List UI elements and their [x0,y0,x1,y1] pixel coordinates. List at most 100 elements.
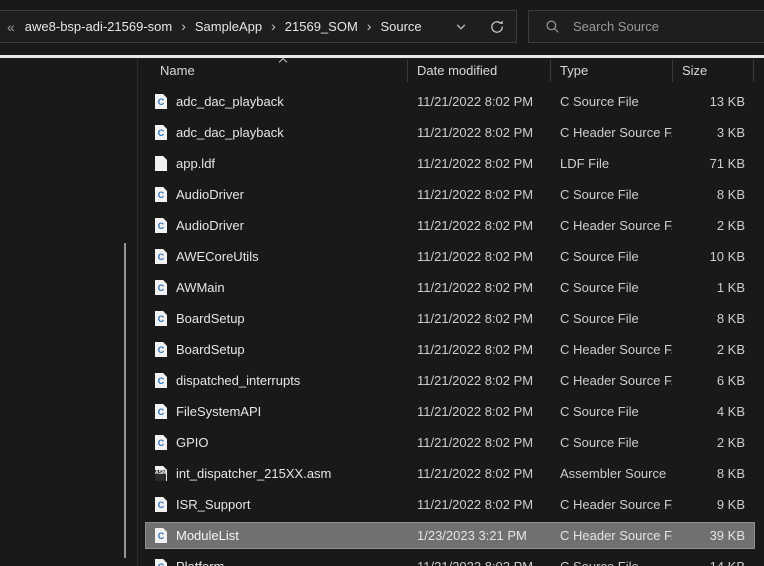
breadcrumb-item-sampleapp[interactable]: SampleApp [195,19,262,34]
refresh-icon [489,19,505,35]
c-file-icon: C [155,187,167,202]
file-type: C Header Source F... [550,497,672,512]
explorer-window: « awe8-bsp-adi-21569-som › SampleApp › 2… [0,0,764,566]
file-type: C Source File [550,249,672,264]
file-row-selected[interactable]: CModuleList 1/23/2023 3:21 PM C Header S… [138,520,764,551]
file-row[interactable]: CBoardSetup 11/21/2022 8:02 PM C Source … [138,303,764,334]
file-row[interactable]: app.ldf 11/21/2022 8:02 PM LDF File 71 K… [138,148,764,179]
file-size: 13 KB [672,94,753,109]
breadcrumb-item-root[interactable]: awe8-bsp-adi-21569-som [25,19,172,34]
file-size: 2 KB [672,342,753,357]
file-date: 11/21/2022 8:02 PM [407,373,550,388]
file-date: 11/21/2022 8:02 PM [407,435,550,450]
c-file-icon: C [155,497,167,512]
nav-pane-scrollbar[interactable] [124,243,126,558]
file-date: 11/21/2022 8:02 PM [407,156,550,171]
file-row[interactable]: Cdispatched_interrupts 11/21/2022 8:02 P… [138,365,764,396]
c-file-icon: C [155,94,167,109]
file-name: AWECoreUtils [176,249,259,264]
breadcrumb-item-21569som[interactable]: 21569_SOM [285,19,358,34]
file-name: BoardSetup [176,342,245,357]
file-name: adc_dac_playback [176,125,284,140]
file-size: 10 KB [672,249,753,264]
column-header-date-modified[interactable]: Date modified [417,63,497,78]
c-file-icon: C [155,528,167,543]
column-resize-handle[interactable] [753,60,754,82]
chevron-down-icon [454,20,468,34]
file-name: int_dispatcher_215XX.asm [176,466,331,481]
file-size: 6 KB [672,373,753,388]
document-file-icon [155,156,167,171]
file-list-body: Cadc_dac_playback 11/21/2022 8:02 PM C S… [138,86,764,566]
file-type: C Header Source F... [550,373,672,388]
file-type: C Source File [550,94,672,109]
file-type: C Header Source F... [550,125,672,140]
search-placeholder: Search Source [573,19,659,34]
file-size: 8 KB [672,187,753,202]
address-bar[interactable]: « awe8-bsp-adi-21569-som › SampleApp › 2… [0,10,517,43]
refresh-button[interactable] [488,18,506,36]
file-name: AudioDriver [176,218,244,233]
column-resize-handle[interactable] [672,60,673,82]
address-dropdown-button[interactable] [452,18,470,36]
file-row[interactable]: Cadc_dac_playback 11/21/2022 8:02 PM C H… [138,117,764,148]
file-name: ISR_Support [176,497,250,512]
file-name: adc_dac_playback [176,94,284,109]
breadcrumb-overflow-icon[interactable]: « [7,19,15,35]
c-file-icon: C [155,125,167,140]
file-name: AWMain [176,280,225,295]
file-size: 2 KB [672,218,753,233]
file-row[interactable]: CAudioDriver 11/21/2022 8:02 PM C Source… [138,179,764,210]
asm-file-icon: ASM [155,466,167,481]
column-header-size[interactable]: Size [682,63,707,78]
file-row[interactable]: C AudioDriver 11/21/2022 8:02 PM C Header… [138,210,764,241]
file-size: 8 KB [672,311,753,326]
file-row[interactable]: CPlatform 11/21/2022 8:02 PM C Source Fi… [138,551,764,566]
file-row[interactable]: CFileSystemAPI 11/21/2022 8:02 PM C Sour… [138,396,764,427]
column-resize-handle[interactable] [550,60,551,82]
file-date: 11/21/2022 8:02 PM [407,342,550,357]
file-row[interactable]: CAWMain 11/21/2022 8:02 PM C Source File… [138,272,764,303]
file-size: 2 KB [672,435,753,450]
file-name: Platform [176,559,224,566]
search-icon [545,19,560,34]
file-date: 11/21/2022 8:02 PM [407,466,550,481]
file-name: AudioDriver [176,187,244,202]
file-size: 14 KB [672,559,753,566]
file-row[interactable]: CAWECoreUtils 11/21/2022 8:02 PM C Sourc… [138,241,764,272]
c-file-icon: C [155,559,167,566]
file-date: 11/21/2022 8:02 PM [407,404,550,419]
column-resize-handle[interactable] [407,60,408,82]
file-date: 11/21/2022 8:02 PM [407,311,550,326]
file-row[interactable]: Cadc_dac_playback 11/21/2022 8:02 PM C S… [138,86,764,117]
file-type: Assembler Source [550,466,672,481]
search-input[interactable]: Search Source [528,10,764,43]
column-header-name[interactable]: Name [160,63,195,78]
file-row[interactable]: CBoardSetup 11/21/2022 8:02 PM C Header … [138,334,764,365]
file-size: 4 KB [672,404,753,419]
file-type: C Source File [550,311,672,326]
c-file-icon: C [155,342,167,357]
c-file-icon: C [155,249,167,264]
breadcrumb-item-source[interactable]: Source [380,19,421,34]
c-file-icon: C [155,435,167,450]
file-date: 11/21/2022 8:02 PM [407,218,550,233]
file-size: 9 KB [672,497,753,512]
file-size: 3 KB [672,125,753,140]
breadcrumb-separator-icon: › [271,18,276,34]
file-type: C Header Source F... [550,218,672,233]
file-date: 11/21/2022 8:02 PM [407,187,550,202]
file-list: Name Date modified Type Size Cadc_dac_pl… [138,58,764,566]
file-size: 1 KB [672,280,753,295]
file-name: BoardSetup [176,311,245,326]
c-file-icon: C [155,218,167,233]
file-type: C Source File [550,559,672,566]
column-header-type[interactable]: Type [560,63,588,78]
file-row[interactable]: ASM int_dispatcher_215XX.asm 11/21/2022 8… [138,458,764,489]
file-date: 11/21/2022 8:02 PM [407,125,550,140]
file-size: 8 KB [672,466,753,481]
breadcrumb-separator-icon: › [367,18,372,34]
file-row[interactable]: CISR_Support 11/21/2022 8:02 PM C Header… [138,489,764,520]
file-size: 71 KB [672,156,753,171]
file-row[interactable]: CGPIO 11/21/2022 8:02 PM C Source File 2… [138,427,764,458]
